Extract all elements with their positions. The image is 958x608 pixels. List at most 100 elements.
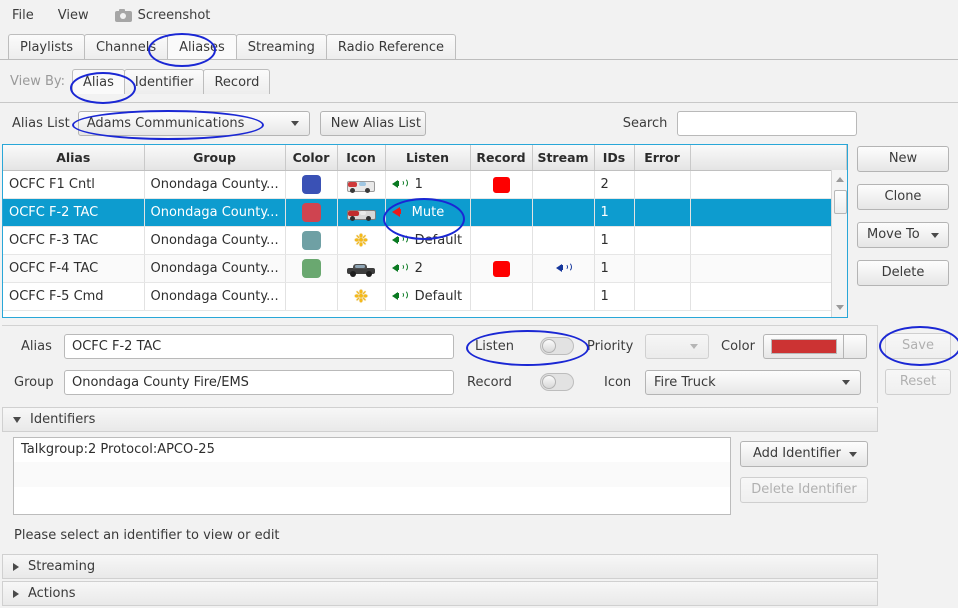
- column-header-group[interactable]: Group: [144, 145, 286, 171]
- search-input[interactable]: [677, 110, 858, 136]
- cell-listen: Default: [385, 282, 471, 311]
- chevron-right-icon: [13, 589, 19, 598]
- table-row[interactable]: OCFC F-3 TAC Onondaga County... ❉ Defaul…: [3, 226, 847, 255]
- tab-playlists[interactable]: Playlists: [8, 34, 85, 59]
- record-toggle[interactable]: [540, 373, 574, 391]
- list-item-empty: [14, 487, 730, 512]
- color-swatch: [301, 203, 321, 222]
- new-button-label: New: [888, 151, 918, 166]
- reset-button[interactable]: Reset: [885, 369, 951, 395]
- cell-record: [470, 254, 533, 283]
- column-header-listen[interactable]: Listen: [385, 145, 471, 171]
- clone-button[interactable]: Clone: [857, 184, 949, 210]
- tab-aliases[interactable]: Aliases: [167, 34, 237, 59]
- column-header-icon[interactable]: Icon: [337, 145, 386, 171]
- view-by-tab-alias[interactable]: Alias: [72, 69, 125, 94]
- tab-channels[interactable]: Channels: [83, 34, 169, 59]
- speaker-icon: [391, 289, 408, 302]
- column-header-ids[interactable]: IDs: [594, 145, 635, 171]
- alias-list-bar: Alias List Adams Communications New Alia…: [0, 104, 958, 142]
- chevron-down-icon: [290, 120, 299, 126]
- cell-icon: ❉: [337, 282, 386, 311]
- right-filler: [879, 404, 958, 608]
- menu-screenshot[interactable]: Screenshot: [101, 4, 223, 27]
- new-button[interactable]: New: [857, 146, 949, 172]
- cell-error: [634, 198, 691, 227]
- list-item[interactable]: Talkgroup:2 Protocol:APCO-25: [14, 438, 730, 462]
- table-row[interactable]: OCFC F1 Cntl Onondaga County... 1 2: [3, 170, 847, 199]
- list-item-empty: [14, 462, 730, 487]
- color-picker[interactable]: [763, 334, 867, 359]
- view-by-tab-record[interactable]: Record: [203, 69, 271, 94]
- identifiers-list[interactable]: Talkgroup:2 Protocol:APCO-25: [13, 437, 731, 515]
- streaming-section-header[interactable]: Streaming: [2, 554, 878, 579]
- color-swatch-button[interactable]: [763, 334, 843, 359]
- color-chip: [770, 339, 837, 354]
- editor-priority-label: Priority: [587, 339, 634, 354]
- cell-error: [634, 226, 691, 255]
- chevron-right-icon: [13, 562, 19, 571]
- delete-button[interactable]: Delete: [857, 260, 949, 286]
- add-identifier-button[interactable]: Add Identifier: [740, 441, 868, 467]
- actions-section-header[interactable]: Actions: [2, 581, 878, 606]
- scrollbar-thumb[interactable]: [834, 190, 847, 214]
- cell-listen-label: Default: [414, 289, 463, 304]
- menu-file[interactable]: File: [0, 4, 46, 27]
- cell-listen: 1: [385, 170, 471, 199]
- mute-icon: [391, 205, 403, 218]
- table-vertical-scrollbar[interactable]: [831, 170, 847, 317]
- move-to-button[interactable]: Move To: [857, 222, 949, 248]
- stream-speaker-icon: [555, 261, 572, 274]
- cell-record: [470, 170, 533, 199]
- column-header-error[interactable]: Error: [634, 145, 691, 171]
- menu-bar: File View Screenshot: [0, 0, 958, 30]
- cell-group: Onondaga County...: [144, 198, 286, 227]
- listen-toggle[interactable]: [540, 337, 574, 355]
- color-dropdown-button[interactable]: [843, 334, 867, 359]
- save-button[interactable]: Save: [885, 333, 951, 359]
- table-row[interactable]: OCFC F-2 TAC Onondaga County... Mute 1: [3, 198, 847, 227]
- table-row[interactable]: OCFC F-4 TAC Onondaga County... 2 1: [3, 254, 847, 283]
- view-by-tab-record-label: Record: [214, 75, 260, 90]
- cell-group: Onondaga County...: [144, 170, 286, 199]
- cell-record: [470, 198, 533, 227]
- alias-list-dropdown[interactable]: Adams Communications: [77, 110, 310, 136]
- icon-dropdown[interactable]: Fire Truck: [645, 370, 861, 395]
- cell-color: [285, 170, 338, 199]
- tab-radio-reference[interactable]: Radio Reference: [325, 34, 457, 59]
- priority-dropdown[interactable]: [645, 334, 709, 359]
- main-tab-strip: Playlists Channels Aliases Streaming Rad…: [0, 30, 958, 60]
- cell-ids: 1: [594, 198, 635, 227]
- cell-ids: 1: [594, 226, 635, 255]
- view-by-tab-identifier[interactable]: Identifier: [123, 69, 205, 94]
- delete-identifier-button[interactable]: Delete Identifier: [740, 477, 868, 503]
- identifiers-section-header[interactable]: Identifiers: [2, 407, 878, 432]
- menu-screenshot-label: Screenshot: [137, 7, 211, 23]
- cell-listen-label: Mute: [411, 205, 445, 220]
- scroll-down-arrow-icon[interactable]: [832, 300, 847, 315]
- streaming-section-title: Streaming: [28, 559, 96, 574]
- column-header-record[interactable]: Record: [470, 145, 533, 171]
- cell-stream: [532, 226, 595, 255]
- speaker-icon: [391, 233, 408, 246]
- record-indicator-icon: [492, 260, 510, 277]
- clone-button-label: Clone: [884, 189, 922, 204]
- menu-view[interactable]: View: [46, 4, 101, 27]
- save-button-label: Save: [902, 338, 934, 353]
- column-header-stream[interactable]: Stream: [532, 145, 595, 171]
- alias-input[interactable]: [64, 334, 454, 359]
- cell-filler: [690, 170, 847, 199]
- cell-listen-label: 1: [414, 177, 423, 192]
- table-row[interactable]: OCFC F-5 Cmd Onondaga County... ❉ Defaul…: [3, 282, 847, 311]
- new-alias-list-button[interactable]: New Alias List: [319, 110, 426, 136]
- star-icon: ❉: [353, 286, 369, 307]
- column-header-alias[interactable]: Alias: [3, 145, 145, 171]
- delete-identifier-label: Delete Identifier: [751, 482, 857, 497]
- menu-view-label: View: [57, 7, 89, 23]
- group-input[interactable]: [64, 370, 454, 395]
- tab-streaming[interactable]: Streaming: [235, 34, 327, 59]
- cell-alias: OCFC F-5 Cmd: [3, 282, 145, 311]
- scroll-up-arrow-icon[interactable]: [832, 172, 847, 187]
- tab-playlists-label: Playlists: [20, 40, 73, 55]
- column-header-color[interactable]: Color: [285, 145, 338, 171]
